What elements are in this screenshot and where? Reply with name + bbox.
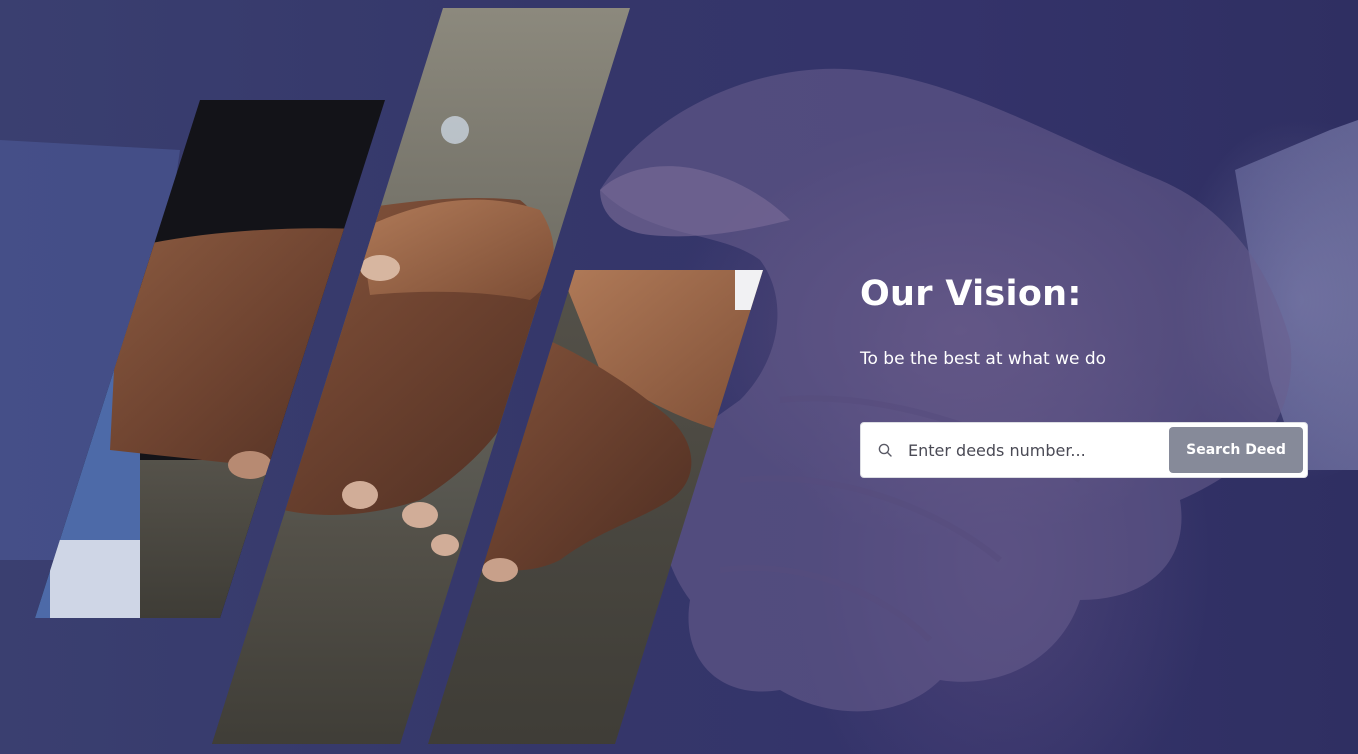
vision-hero-section: Our Vision: To be the best at what we do… bbox=[0, 0, 1358, 754]
search-icon bbox=[877, 442, 893, 458]
deed-search-bar: Search Deed bbox=[860, 422, 1308, 478]
vision-content: Our Vision: To be the best at what we do… bbox=[860, 270, 1320, 478]
search-deed-button[interactable]: Search Deed bbox=[1169, 427, 1303, 473]
deed-number-input[interactable] bbox=[908, 430, 1169, 470]
vision-subtitle: To be the best at what we do bbox=[860, 349, 1107, 369]
vision-title: Our Vision: bbox=[860, 274, 1082, 314]
handshake-photo-collage bbox=[35, 8, 763, 744]
